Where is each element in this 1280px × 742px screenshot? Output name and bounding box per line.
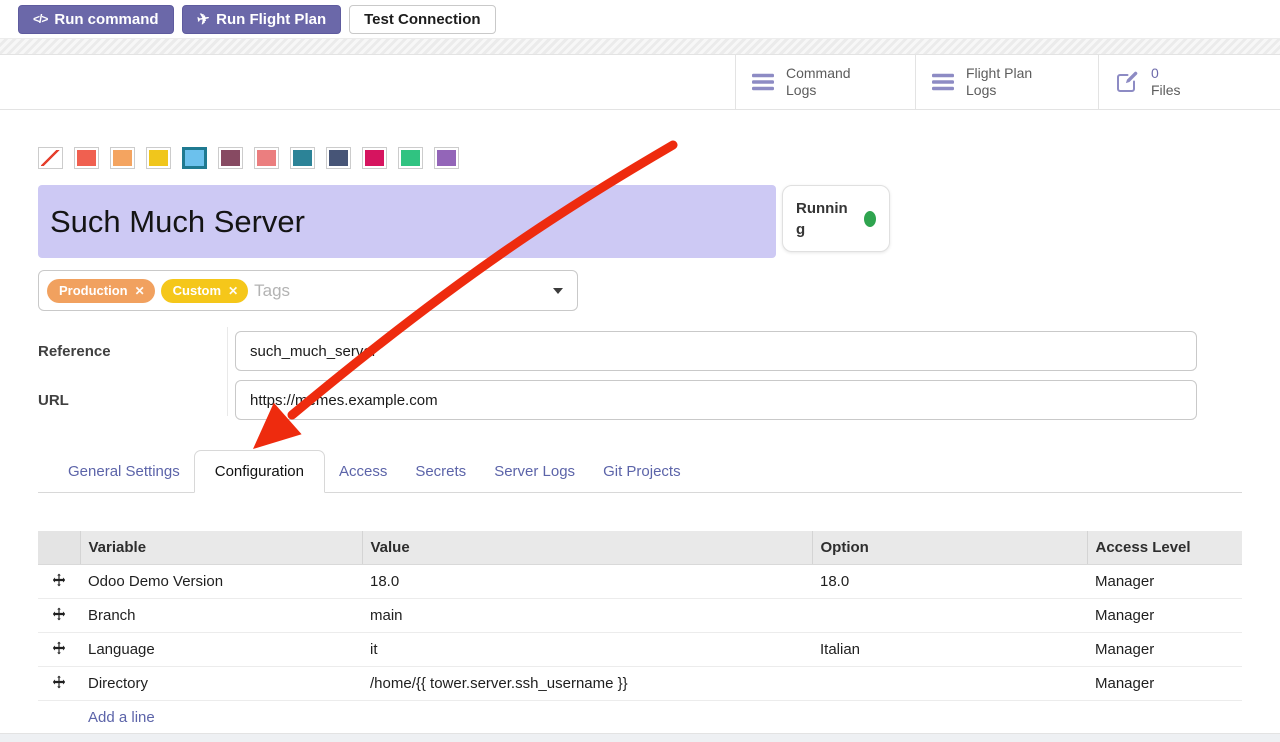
cell-access[interactable]: Manager bbox=[1087, 667, 1242, 701]
form-sheet: Such Much Server Running Production ✕ Cu… bbox=[0, 147, 1280, 735]
run-flight-plan-button[interactable]: ✈ Run Flight Plan bbox=[182, 5, 342, 34]
plane-icon: ✈ bbox=[195, 9, 211, 29]
color-swatch[interactable] bbox=[110, 147, 135, 169]
table-row: Branch main Manager bbox=[38, 599, 1242, 633]
url-row: URL bbox=[38, 380, 1242, 420]
run-flight-plan-label: Run Flight Plan bbox=[216, 11, 326, 28]
table-row: Odoo Demo Version 18.0 18.0 Manager bbox=[38, 565, 1242, 599]
tab-git-projects[interactable]: Git Projects bbox=[589, 451, 695, 492]
status-dot-icon bbox=[864, 211, 876, 227]
cell-value[interactable]: /home/{{ tower.server.ssh_username }} bbox=[362, 667, 812, 701]
files-button[interactable]: 0Files bbox=[1098, 55, 1280, 109]
tag-label: Custom bbox=[173, 283, 221, 298]
color-swatch[interactable] bbox=[146, 147, 171, 169]
color-swatch[interactable] bbox=[290, 147, 315, 169]
color-swatch[interactable] bbox=[218, 147, 243, 169]
drag-handle-icon[interactable] bbox=[38, 633, 80, 667]
drag-handle-icon[interactable] bbox=[38, 565, 80, 599]
column-header-access-level: Access Level bbox=[1087, 531, 1242, 565]
color-swatch[interactable] bbox=[362, 147, 387, 169]
reference-input[interactable] bbox=[235, 331, 1197, 371]
cell-option[interactable]: Italian bbox=[812, 633, 1087, 667]
tag-production[interactable]: Production ✕ bbox=[47, 279, 155, 303]
test-connection-button[interactable]: Test Connection bbox=[349, 5, 495, 34]
menu-lines-icon bbox=[932, 73, 954, 91]
chevron-down-icon[interactable] bbox=[553, 288, 563, 294]
color-palette bbox=[38, 147, 1242, 169]
cell-value[interactable]: main bbox=[362, 599, 812, 633]
files-label: 0Files bbox=[1151, 65, 1181, 100]
cell-access[interactable]: Manager bbox=[1087, 565, 1242, 599]
configuration-table: Variable Value Option Access Level Odoo … bbox=[38, 531, 1242, 735]
form-topbar: CommandLogs Flight PlanLogs 0Files bbox=[0, 55, 1280, 110]
tag-label: Production bbox=[59, 283, 128, 298]
cell-option[interactable] bbox=[812, 667, 1087, 701]
drag-handle-icon[interactable] bbox=[38, 599, 80, 633]
color-swatch[interactable] bbox=[254, 147, 279, 169]
reference-row: Reference bbox=[38, 331, 1242, 371]
tag-custom[interactable]: Custom ✕ bbox=[161, 279, 248, 303]
cell-variable[interactable]: Odoo Demo Version bbox=[80, 565, 362, 599]
top-toolbar: </> Run command ✈ Run Flight Plan Test C… bbox=[0, 0, 1280, 38]
tag-remove-icon[interactable]: ✕ bbox=[135, 284, 145, 298]
add-a-line-link[interactable]: Add a line bbox=[88, 709, 155, 726]
cell-variable[interactable]: Language bbox=[80, 633, 362, 667]
code-icon: </> bbox=[33, 12, 47, 26]
status-widget[interactable]: Running bbox=[782, 185, 890, 252]
tags-placeholder: Tags bbox=[254, 281, 290, 301]
cell-option[interactable]: 18.0 bbox=[812, 565, 1087, 599]
command-logs-button[interactable]: CommandLogs bbox=[735, 55, 915, 109]
bottom-strip bbox=[0, 733, 1280, 742]
cell-access[interactable]: Manager bbox=[1087, 633, 1242, 667]
flight-plan-logs-label: Flight PlanLogs bbox=[966, 65, 1032, 100]
column-header-variable: Variable bbox=[80, 531, 362, 565]
command-logs-label: CommandLogs bbox=[786, 65, 851, 100]
url-input[interactable] bbox=[235, 380, 1197, 420]
color-swatch[interactable] bbox=[434, 147, 459, 169]
cell-access[interactable]: Manager bbox=[1087, 599, 1242, 633]
drag-handle-icon[interactable] bbox=[38, 667, 80, 701]
color-swatch[interactable] bbox=[182, 147, 207, 169]
server-name-title[interactable]: Such Much Server bbox=[38, 185, 776, 258]
color-swatch[interactable] bbox=[74, 147, 99, 169]
cell-value[interactable]: it bbox=[362, 633, 812, 667]
test-connection-label: Test Connection bbox=[364, 11, 480, 28]
color-swatch-none[interactable] bbox=[38, 147, 63, 169]
cell-variable[interactable]: Directory bbox=[80, 667, 362, 701]
status-label: Running bbox=[796, 198, 850, 240]
title-row: Such Much Server Running bbox=[38, 185, 1242, 258]
tab-general-settings[interactable]: General Settings bbox=[54, 451, 194, 492]
tab-configuration[interactable]: Configuration bbox=[194, 450, 325, 493]
table-row: Directory /home/{{ tower.server.ssh_user… bbox=[38, 667, 1242, 701]
notebook-tabs: General Settings Configuration Access Se… bbox=[38, 450, 1242, 493]
tab-secrets[interactable]: Secrets bbox=[401, 451, 480, 492]
add-line-row: Add a line bbox=[38, 701, 1242, 735]
tab-server-logs[interactable]: Server Logs bbox=[480, 451, 589, 492]
reference-label: Reference bbox=[38, 343, 235, 360]
color-swatch[interactable] bbox=[398, 147, 423, 169]
handle-column-header bbox=[38, 531, 80, 565]
field-group: Reference URL bbox=[38, 331, 1242, 420]
cell-value[interactable]: 18.0 bbox=[362, 565, 812, 599]
cell-variable[interactable]: Branch bbox=[80, 599, 362, 633]
tags-input[interactable]: Production ✕ Custom ✕ Tags bbox=[38, 270, 578, 311]
url-label: URL bbox=[38, 392, 235, 409]
hatched-separator bbox=[0, 38, 1280, 55]
cell-option[interactable] bbox=[812, 599, 1087, 633]
tag-remove-icon[interactable]: ✕ bbox=[228, 284, 238, 298]
edit-pencil-icon bbox=[1115, 70, 1139, 94]
run-command-button[interactable]: </> Run command bbox=[18, 5, 174, 34]
column-header-value: Value bbox=[362, 531, 812, 565]
table-row: Language it Italian Manager bbox=[38, 633, 1242, 667]
column-header-option: Option bbox=[812, 531, 1087, 565]
menu-lines-icon bbox=[752, 73, 774, 91]
table-header-row: Variable Value Option Access Level bbox=[38, 531, 1242, 565]
color-swatch[interactable] bbox=[326, 147, 351, 169]
flight-plan-logs-button[interactable]: Flight PlanLogs bbox=[915, 55, 1098, 109]
tab-access[interactable]: Access bbox=[325, 451, 401, 492]
run-command-label: Run command bbox=[54, 11, 158, 28]
